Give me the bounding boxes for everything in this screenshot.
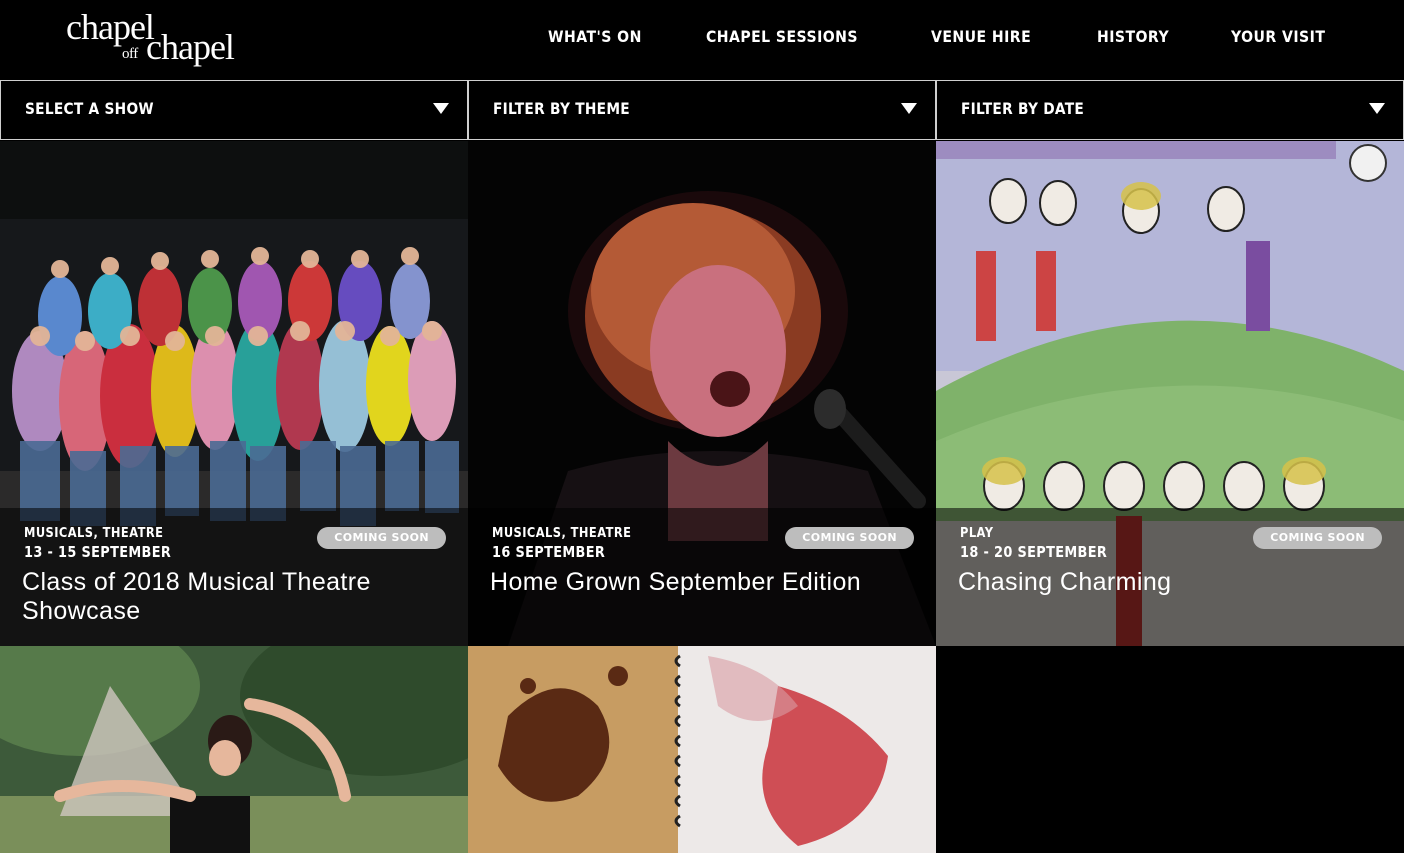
logo-word-chapel-2: chapel — [146, 27, 235, 67]
filter-date-dropdown[interactable]: FILTER BY DATE — [936, 80, 1404, 140]
event-meta: PLAY 18 - 20 SEPTEMBER — [960, 526, 1131, 561]
chevron-down-icon — [901, 103, 917, 114]
event-info-overlay: MUSICALS, THEATRE 16 SEPTEMBER COMING SO… — [468, 508, 936, 646]
event-title[interactable]: Class of 2018 Musical Theatre Showcase — [22, 568, 452, 626]
main-nav: WHAT'S ON CHAPEL SESSIONS VENUE HIRE HIS… — [548, 24, 1338, 50]
coming-soon-badge: COMING SOON — [1253, 527, 1382, 549]
event-card-class-of-2018[interactable]: MUSICALS, THEATRE 13 - 15 SEPTEMBER COMI… — [0, 141, 468, 646]
event-meta: MUSICALS, THEATRE 16 SEPTEMBER — [492, 526, 650, 561]
nav-history[interactable]: HISTORY — [1097, 24, 1169, 50]
filter-theme-label: FILTER BY THEME — [493, 99, 630, 118]
filter-bar: SELECT A SHOW FILTER BY THEME FILTER BY … — [0, 80, 1404, 140]
event-image-dancer — [0, 646, 468, 853]
coming-soon-badge: COMING SOON — [317, 527, 446, 549]
chevron-down-icon — [1369, 103, 1385, 114]
site-header: chapel off chapel WHAT'S ON CHAPEL SESSI… — [0, 0, 1404, 80]
nav-chapel-sessions[interactable]: CHAPEL SESSIONS — [706, 24, 858, 50]
nav-your-visit[interactable]: YOUR VISIT — [1231, 24, 1325, 50]
nav-whats-on[interactable]: WHAT'S ON — [548, 24, 642, 50]
event-meta: MUSICALS, THEATRE 13 - 15 SEPTEMBER — [24, 526, 195, 561]
filter-theme-dropdown[interactable]: FILTER BY THEME — [468, 80, 936, 140]
event-title[interactable]: Chasing Charming — [958, 568, 1388, 597]
select-show-dropdown[interactable]: SELECT A SHOW — [0, 80, 468, 140]
nav-venue-hire[interactable]: VENUE HIRE — [931, 24, 1031, 50]
event-info-overlay: MUSICALS, THEATRE 13 - 15 SEPTEMBER COMI… — [0, 508, 468, 646]
event-category: MUSICALS, THEATRE — [24, 526, 164, 541]
logo-word-chapel: chapel — [66, 7, 155, 47]
select-show-label: SELECT A SHOW — [25, 99, 154, 118]
event-date: 13 - 15 SEPTEMBER — [24, 543, 172, 561]
event-date: 18 - 20 SEPTEMBER — [960, 543, 1108, 561]
event-card-chasing-charming[interactable]: PLAY 18 - 20 SEPTEMBER COMING SOON Chasi… — [936, 141, 1404, 646]
event-date: 16 SEPTEMBER — [492, 543, 606, 561]
chapel-off-chapel-logo[interactable]: chapel off chapel — [64, 4, 244, 68]
event-card-home-grown[interactable]: MUSICALS, THEATRE 16 SEPTEMBER COMING SO… — [468, 141, 936, 646]
event-category: PLAY — [960, 526, 994, 541]
logo-word-off: off — [122, 46, 138, 62]
event-info-overlay: PLAY 18 - 20 SEPTEMBER COMING SOON Chasi… — [936, 508, 1404, 646]
event-category: MUSICALS, THEATRE — [492, 526, 632, 541]
event-title[interactable]: Home Grown September Edition — [490, 568, 920, 597]
event-card-script[interactable] — [468, 646, 936, 853]
coming-soon-badge: COMING SOON — [785, 527, 914, 549]
chevron-down-icon — [433, 103, 449, 114]
event-image-script — [468, 646, 936, 853]
filter-date-label: FILTER BY DATE — [961, 99, 1085, 118]
event-card-dancer[interactable] — [0, 646, 468, 853]
